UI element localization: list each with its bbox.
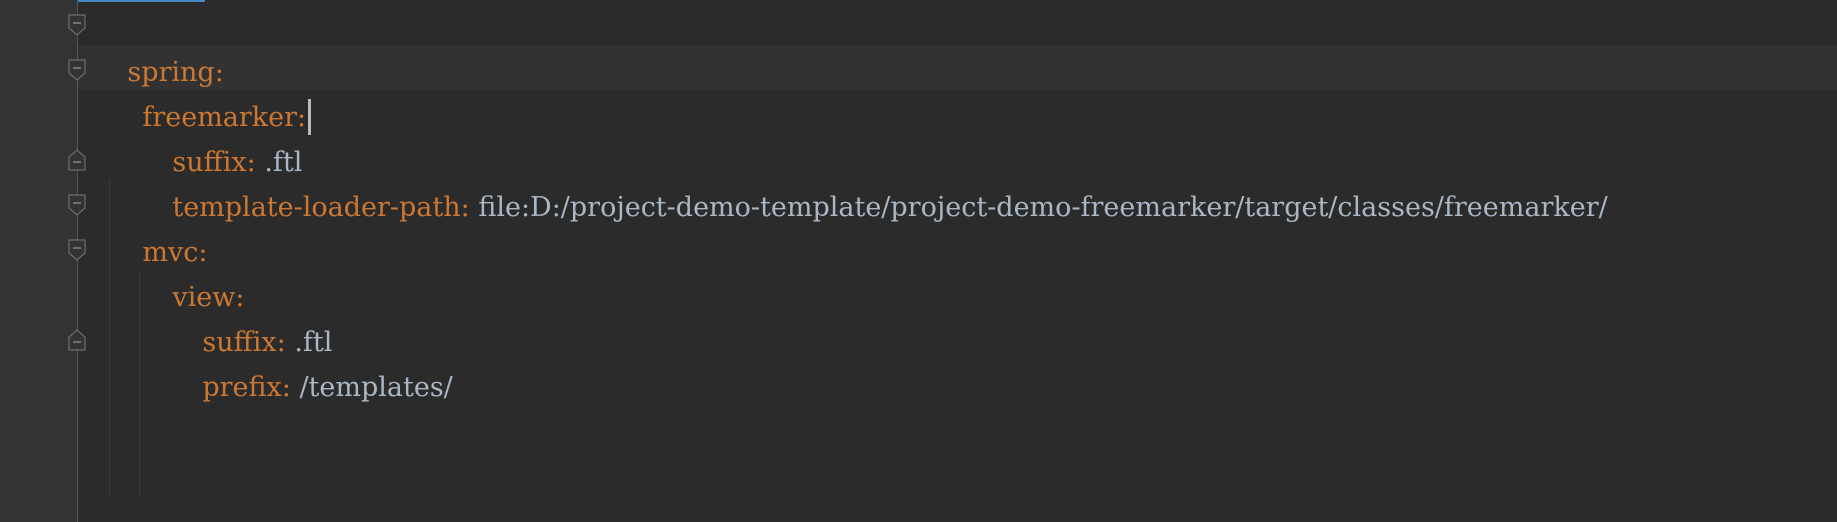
fold-start-icon[interactable] — [68, 194, 86, 216]
fold-end-icon[interactable] — [68, 329, 86, 351]
code-line-suffix[interactable]: suffix: .ftl — [138, 95, 302, 178]
code-line-prefix[interactable]: prefix: /templates/ — [168, 320, 452, 403]
current-line-highlight — [78, 45, 1837, 90]
code-line-view[interactable]: view: — [138, 230, 244, 313]
yaml-key: prefix: — [202, 372, 291, 403]
yaml-value: /templates/ — [290, 372, 453, 403]
code-line-view-suffix[interactable]: suffix: .ftl — [168, 275, 332, 358]
fold-end-icon[interactable] — [68, 149, 86, 171]
code-editor[interactable]: spring: freemarker: suffix: .ftl templat… — [0, 0, 1837, 522]
code-line-mvc[interactable]: mvc: — [108, 185, 207, 268]
code-line-spring[interactable]: spring: — [93, 5, 223, 88]
fold-start-icon[interactable] — [68, 239, 86, 261]
text-caret — [308, 98, 312, 135]
fold-start-icon[interactable] — [68, 59, 86, 81]
editor-gutter — [0, 0, 78, 522]
code-line-freemarker[interactable]: freemarker: — [108, 50, 312, 135]
fold-start-icon[interactable] — [68, 14, 86, 36]
yaml-key: template-loader-path: — [172, 192, 470, 223]
yaml-value: file:D:/project-demo-template/project-de… — [469, 192, 1608, 223]
code-line-template-loader-path[interactable]: template-loader-path: file:D:/project-de… — [138, 140, 1607, 223]
